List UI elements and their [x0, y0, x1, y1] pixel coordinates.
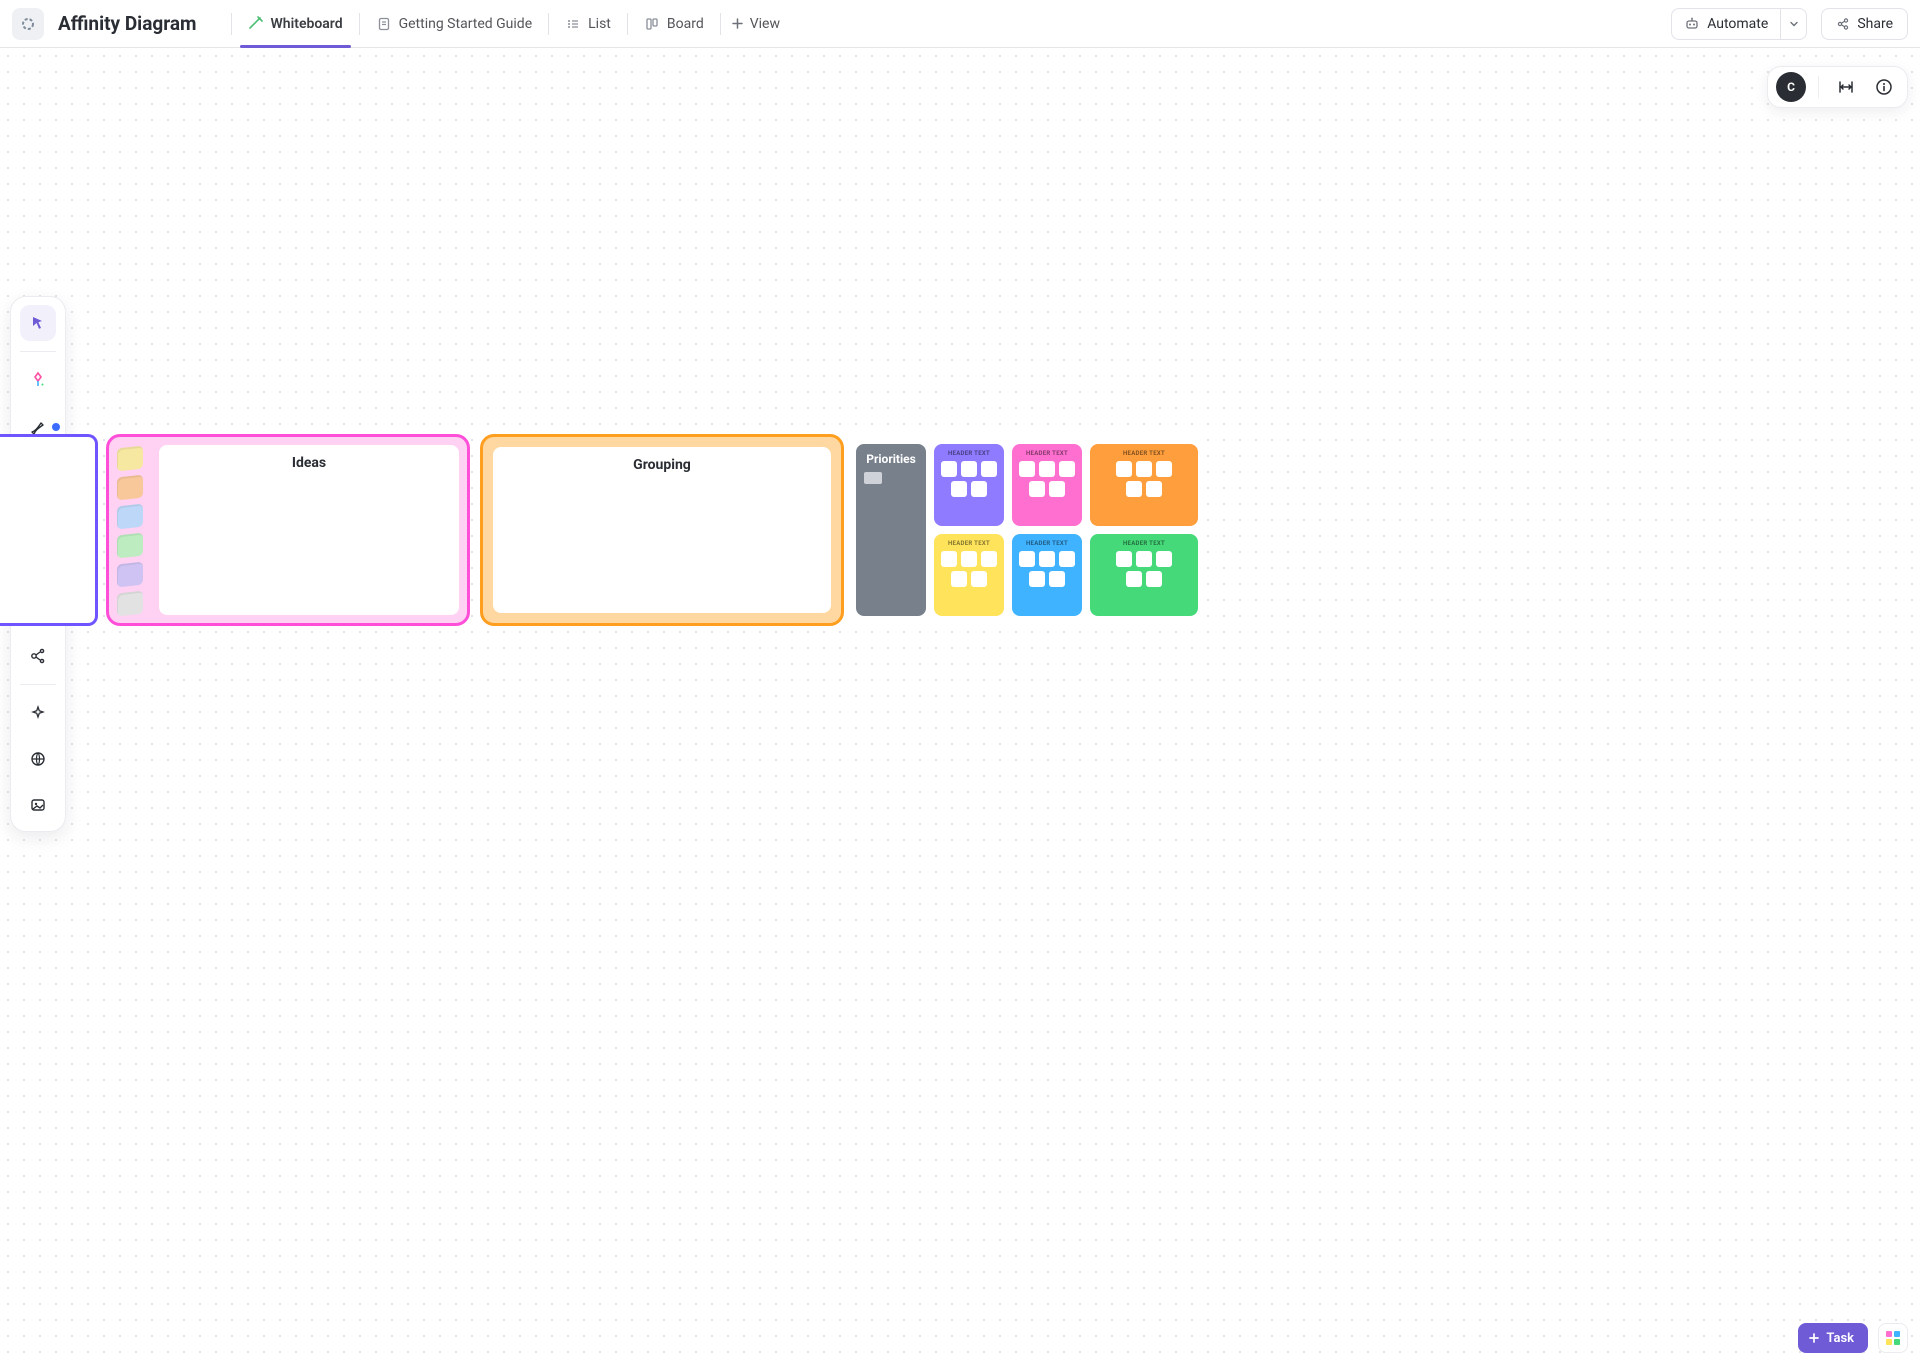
automate-label: Automate	[1707, 16, 1768, 32]
add-view-button[interactable]: View	[731, 8, 780, 39]
ideas-frame[interactable]: Ideas	[106, 434, 470, 626]
fit-to-screen-button[interactable]	[1831, 72, 1861, 102]
cube-item[interactable]	[117, 446, 143, 472]
group-card-blue[interactable]: HEADER TEXT	[1012, 534, 1082, 616]
share-label: Share	[1857, 16, 1893, 32]
tab-whiteboard[interactable]: Whiteboard	[242, 8, 349, 39]
left-frame-edge[interactable]	[0, 434, 98, 626]
group-card-orange[interactable]: HEADER TEXT	[1090, 444, 1198, 526]
grouping-panel[interactable]: Grouping	[493, 447, 831, 613]
pen-icon	[29, 417, 47, 435]
group-card-yellow[interactable]: HEADER TEXT	[934, 534, 1004, 616]
tab-list[interactable]: List	[559, 8, 617, 39]
tab-label: Getting Started Guide	[399, 16, 533, 32]
tool-ai-generate[interactable]	[20, 695, 56, 731]
priorities-panel[interactable]: Priorities	[856, 444, 926, 616]
apps-button[interactable]	[1878, 1323, 1908, 1353]
apps-icon	[1886, 1331, 1900, 1345]
avatar-letter: C	[1787, 80, 1795, 94]
loader-icon	[20, 16, 36, 32]
plus-icon	[731, 17, 744, 30]
info-button[interactable]	[1869, 72, 1899, 102]
tab-getting-started[interactable]: Getting Started Guide	[370, 8, 539, 39]
cube-stack	[117, 445, 149, 615]
cube-item[interactable]	[117, 533, 143, 559]
tool-mindmap[interactable]	[20, 638, 56, 674]
cube-item[interactable]	[117, 475, 143, 501]
info-icon	[1874, 77, 1894, 97]
cursor-icon	[29, 314, 47, 332]
share-button[interactable]: Share	[1821, 8, 1908, 40]
tab-board[interactable]: Board	[638, 8, 710, 39]
group-header: HEADER TEXT	[940, 450, 998, 457]
groups-frame[interactable]: HEADER TEXT HEADER TEXT HEADER TEXT Prio…	[844, 434, 1204, 626]
whiteboard-canvas[interactable]: C Ideas Grouping	[0, 48, 1920, 1367]
plus-icon	[1808, 1332, 1820, 1344]
robot-icon	[1684, 16, 1700, 32]
separator	[231, 13, 232, 35]
chevron-down-icon	[1789, 19, 1799, 29]
breadcrumb-menu-button[interactable]	[12, 8, 44, 40]
view-tabs: Whiteboard Getting Started Guide List Bo…	[221, 8, 781, 39]
task-label: Task	[1826, 1331, 1854, 1346]
share-icon	[1836, 17, 1850, 31]
sparkle-icon	[29, 704, 47, 722]
group-header: HEADER TEXT	[1018, 450, 1076, 457]
group-card-green[interactable]: HEADER TEXT	[1090, 534, 1198, 616]
footer-controls: Task	[1798, 1323, 1908, 1353]
page-title[interactable]: Affinity Diagram	[58, 12, 197, 35]
separator	[627, 13, 628, 35]
top-bar: Affinity Diagram Whiteboard Getting Star…	[0, 0, 1920, 48]
group-header: HEADER TEXT	[1096, 450, 1192, 457]
ideas-title: Ideas	[292, 455, 326, 471]
group-card-purple[interactable]: HEADER TEXT	[934, 444, 1004, 526]
cube-item[interactable]	[117, 591, 143, 617]
whiteboard-icon	[248, 16, 264, 32]
tool-image[interactable]	[20, 787, 56, 823]
board-icon	[644, 16, 660, 32]
priorities-title: Priorities	[864, 452, 918, 466]
list-icon	[565, 16, 581, 32]
cube-item[interactable]	[117, 504, 143, 530]
separator	[548, 13, 549, 35]
user-avatar[interactable]: C	[1776, 72, 1806, 102]
grouping-title: Grouping	[633, 457, 691, 473]
tool-ai-shape[interactable]	[20, 362, 56, 398]
color-indicator-blue	[52, 423, 60, 431]
group-card-pink[interactable]: HEADER TEXT	[1012, 444, 1082, 526]
tool-cursor[interactable]	[20, 305, 56, 341]
create-task-button[interactable]: Task	[1798, 1323, 1868, 1353]
group-header: HEADER TEXT	[940, 540, 998, 547]
tab-label: List	[588, 16, 611, 32]
priority-chip[interactable]	[864, 472, 882, 484]
view-controls: C	[1767, 66, 1908, 108]
group-header: HEADER TEXT	[1018, 540, 1076, 547]
add-view-label: View	[750, 16, 780, 32]
image-icon	[29, 796, 47, 814]
globe-icon	[29, 750, 47, 768]
toolbox-separator	[20, 351, 56, 352]
automate-button[interactable]: Automate	[1672, 9, 1780, 39]
separator	[720, 13, 721, 35]
separator	[1818, 76, 1819, 98]
toolbox-separator	[20, 684, 56, 685]
tab-label: Board	[667, 16, 704, 32]
group-header: HEADER TEXT	[1096, 540, 1192, 547]
ideas-panel[interactable]: Ideas	[159, 445, 459, 615]
tool-web[interactable]	[20, 741, 56, 777]
fit-width-icon	[1836, 77, 1856, 97]
ai-shape-icon	[28, 370, 48, 390]
separator	[359, 13, 360, 35]
tab-label: Whiteboard	[271, 16, 343, 32]
grouping-frame[interactable]: Grouping	[480, 434, 844, 626]
automate-dropdown[interactable]	[1780, 9, 1806, 39]
cube-item[interactable]	[117, 562, 143, 588]
mindmap-icon	[28, 646, 48, 666]
doc-icon	[376, 16, 392, 32]
automate-group: Automate	[1671, 8, 1807, 40]
